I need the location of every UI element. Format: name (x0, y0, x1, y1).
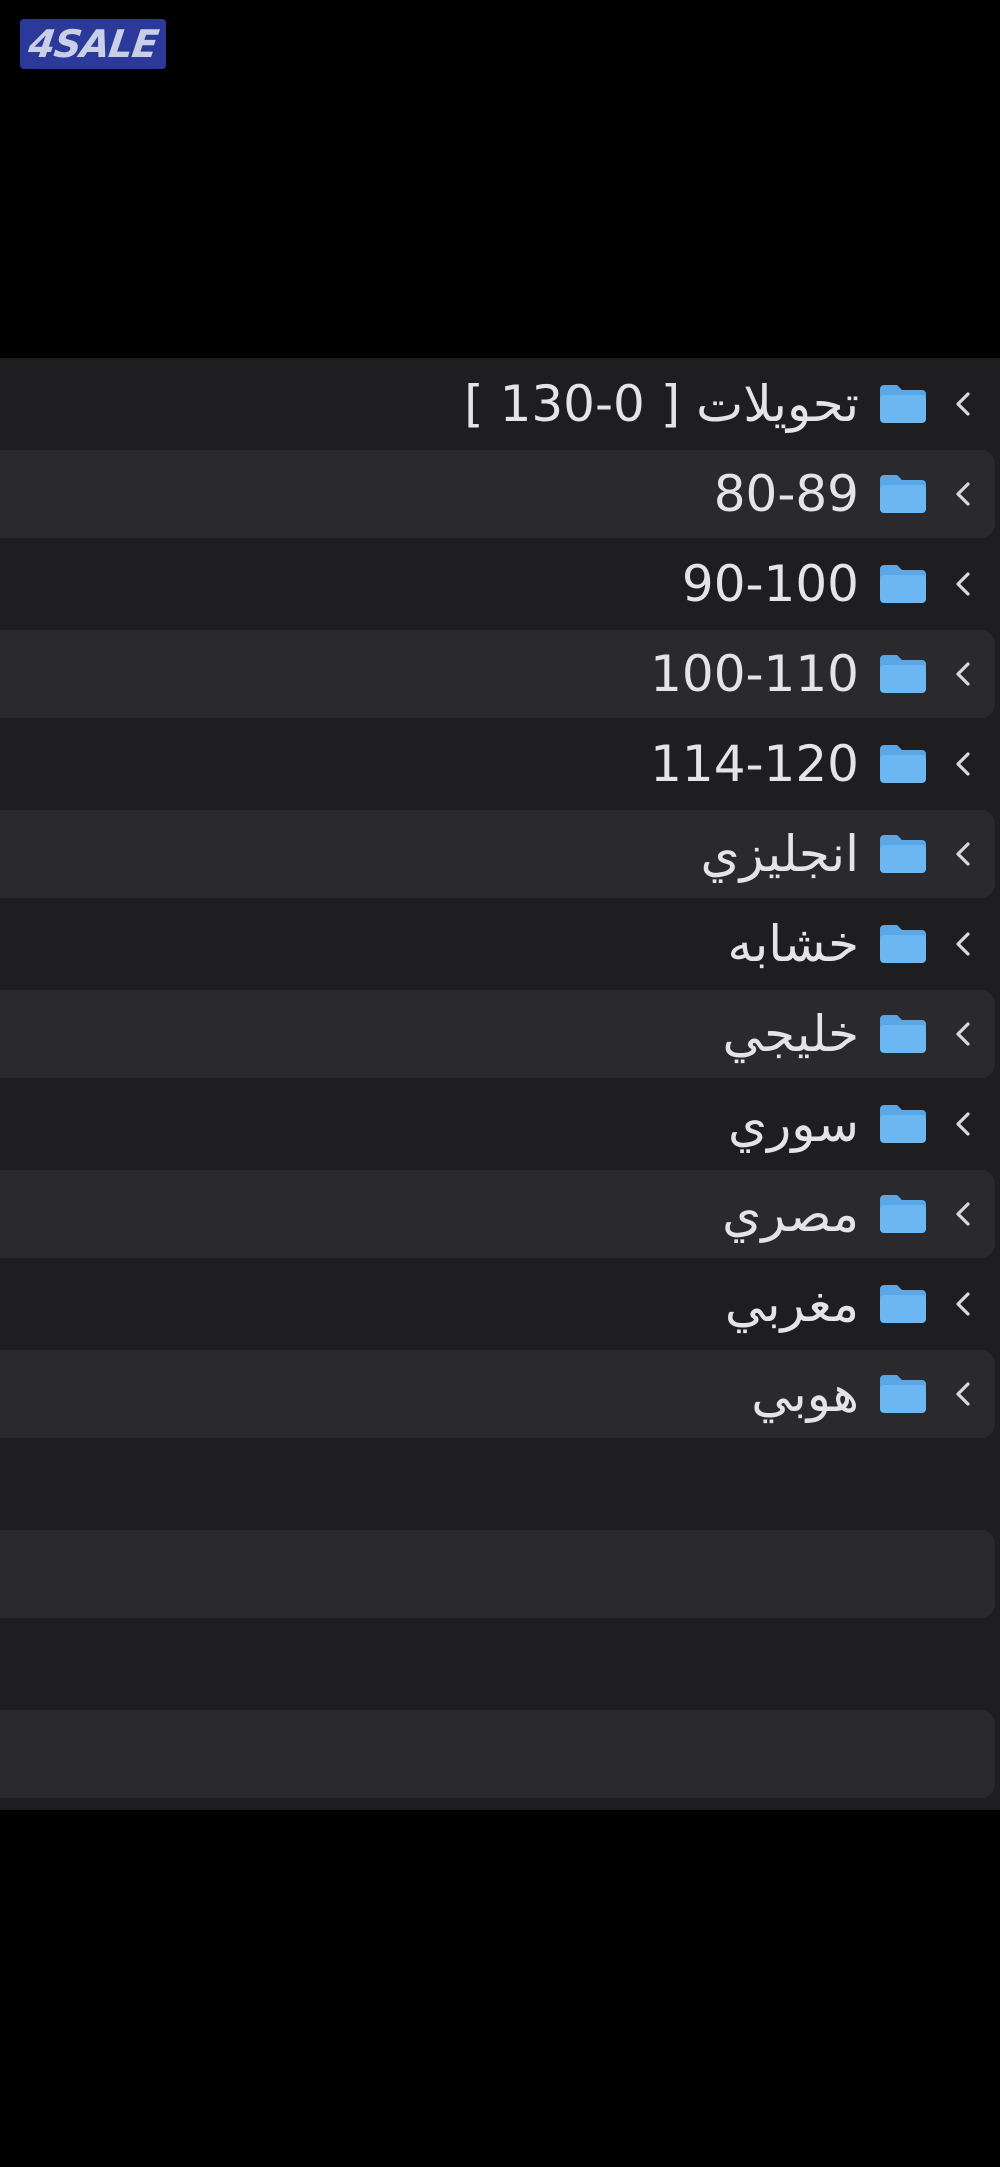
folder-icon (880, 565, 926, 603)
chevron-left-icon[interactable] (953, 389, 973, 419)
empty-row (0, 1710, 995, 1798)
empty-row (0, 1530, 995, 1618)
folder-row[interactable]: خشابه (0, 900, 995, 988)
empty-row (0, 1440, 995, 1528)
folder-label: انجليزي (700, 825, 859, 883)
chevron-left-icon[interactable] (953, 479, 973, 509)
folder-label: تحويلات [ 0-130 ] (464, 375, 859, 433)
chevron-left-icon[interactable] (953, 839, 973, 869)
folder-label: سوري (727, 1095, 859, 1153)
folder-row[interactable]: 114-120 (0, 720, 995, 808)
folder-label: مصري (722, 1185, 859, 1243)
folder-icon (880, 1015, 926, 1053)
folder-row[interactable]: سوري (0, 1080, 995, 1168)
chevron-left-icon[interactable] (953, 929, 973, 959)
folder-icon (880, 475, 926, 513)
folder-label: 100-110 (650, 645, 859, 703)
chevron-left-icon[interactable] (953, 1109, 973, 1139)
folder-label: 90-100 (681, 555, 859, 613)
folder-icon (880, 1105, 926, 1143)
chevron-left-icon[interactable] (953, 1019, 973, 1049)
folder-row[interactable]: خليجي (0, 990, 995, 1078)
watermark-logo: 4SALE (20, 19, 166, 69)
folder-row[interactable]: 90-100 (0, 540, 995, 628)
chevron-left-icon[interactable] (953, 1199, 973, 1229)
chevron-left-icon[interactable] (953, 749, 973, 779)
folder-row[interactable]: مصري (0, 1170, 995, 1258)
chevron-left-icon[interactable] (953, 1379, 973, 1409)
folder-icon (880, 745, 926, 783)
folder-label: 80-89 (713, 465, 859, 523)
folder-list-panel: تحويلات [ 0-130 ] 80-89 90-100 100-110 114-1… (0, 358, 1000, 1810)
chevron-left-icon[interactable] (953, 569, 973, 599)
folder-icon (880, 1375, 926, 1413)
folder-row[interactable]: 100-110 (0, 630, 995, 718)
folder-icon (880, 925, 926, 963)
watermark-text: 4SALE (25, 22, 161, 66)
folder-label: خليجي (722, 1005, 860, 1063)
folder-icon (880, 655, 926, 693)
folder-icon (880, 385, 926, 423)
folder-label: خشابه (727, 915, 859, 973)
folder-row[interactable]: انجليزي (0, 810, 995, 898)
folder-icon (880, 835, 926, 873)
folder-row[interactable]: هوبي (0, 1350, 995, 1438)
chevron-left-icon[interactable] (953, 659, 973, 689)
chevron-left-icon[interactable] (953, 1289, 973, 1319)
folder-row[interactable]: مغربي (0, 1260, 995, 1348)
folder-label: هوبي (751, 1365, 859, 1423)
folder-icon (880, 1285, 926, 1323)
empty-row (0, 1620, 995, 1708)
folder-label: مغربي (724, 1275, 859, 1333)
folder-row[interactable]: تحويلات [ 0-130 ] (0, 360, 995, 448)
folder-icon (880, 1195, 926, 1233)
folder-row[interactable]: 80-89 (0, 450, 995, 538)
folder-label: 114-120 (650, 735, 859, 793)
